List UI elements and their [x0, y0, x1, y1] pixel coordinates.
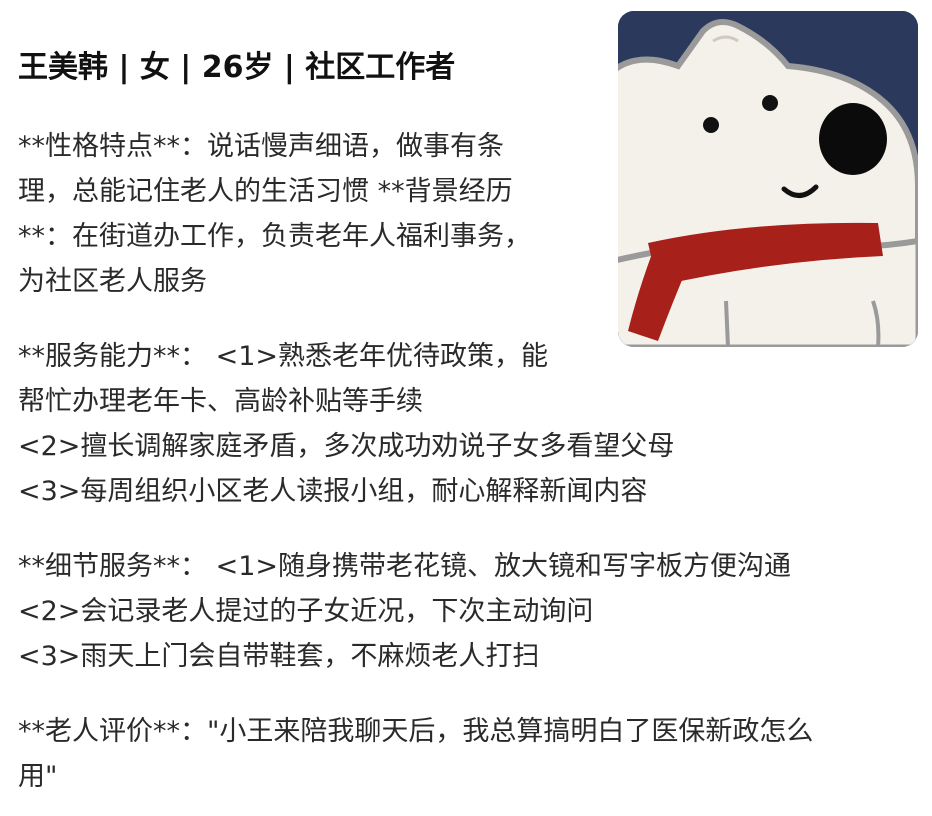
service-ability-line: **服务能力**： <1>熟悉老年优待政策，能	[18, 341, 549, 372]
page-title: 王美韩 | 女 | 26岁 | 社区工作者	[18, 50, 456, 85]
elder-review-line: 用"	[18, 761, 58, 792]
detail-service-line: <3>雨天上门会自带鞋套，不麻烦老人打扫	[18, 641, 540, 672]
personality-section: **性格特点**：说话慢声细语，做事有条 理，总能记住老人的生活习惯 **背景经…	[18, 124, 608, 304]
avatar	[618, 11, 918, 347]
elder-review-section: **老人评价**："小王来陪我聊天后，我总算搞明白了医保新政怎么 用"	[18, 709, 918, 799]
detail-service-line: <2>会记录老人提过的子女近况，下次主动询问	[18, 596, 594, 627]
detail-service-line: **细节服务**： <1>随身携带老花镜、放大镜和写字板方便沟通	[18, 551, 792, 582]
service-ability-section: **服务能力**： <1>熟悉老年优待政策，能 帮忙办理老年卡、高龄补贴等手续 …	[18, 334, 918, 514]
personality-line: **性格特点**：说话慢声细语，做事有条	[18, 131, 504, 162]
cartoon-dog-icon	[618, 11, 918, 347]
personality-line: **：在街道办工作，负责老年人福利事务，	[18, 221, 531, 252]
service-ability-line: 帮忙办理老年卡、高龄补贴等手续	[18, 386, 423, 417]
personality-line: 理，总能记住老人的生活习惯 **背景经历	[18, 176, 513, 207]
service-ability-line: <2>擅长调解家庭矛盾，多次成功劝说子女多看望父母	[18, 431, 675, 462]
service-ability-line: <3>每周组织小区老人读报小组，耐心解释新闻内容	[18, 476, 648, 507]
personality-line: 为社区老人服务	[18, 266, 207, 297]
detail-service-section: **细节服务**： <1>随身携带老花镜、放大镜和写字板方便沟通 <2>会记录老…	[18, 544, 918, 679]
elder-review-line: **老人评价**："小王来陪我聊天后，我总算搞明白了医保新政怎么	[18, 716, 814, 747]
